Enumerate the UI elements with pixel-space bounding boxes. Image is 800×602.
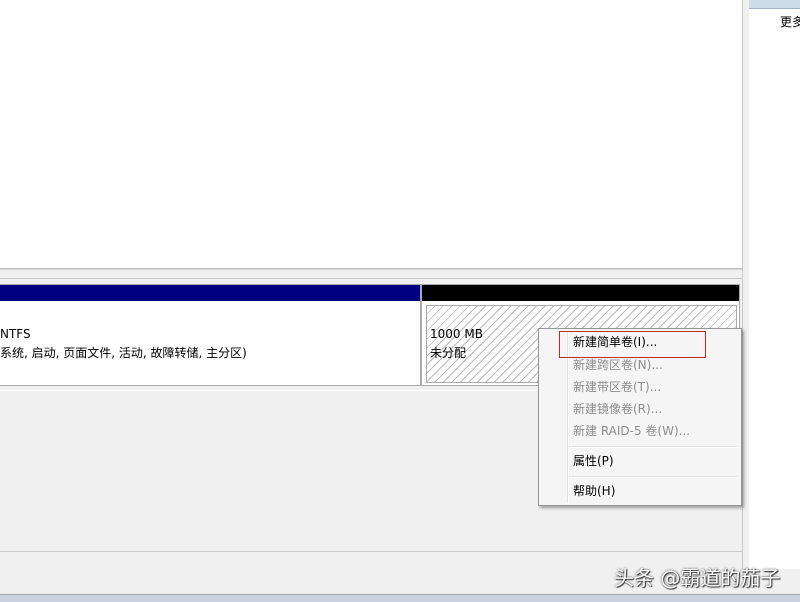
volume-list-pane[interactable] xyxy=(0,0,743,268)
partition-unallocated-status: 未分配 xyxy=(430,346,467,360)
menu-item-help[interactable]: 帮助(H) xyxy=(541,480,739,502)
menu-item-label: 新建带区卷(T)... xyxy=(573,380,662,394)
menu-item-new-striped-volume[interactable]: 新建带区卷(T)... xyxy=(541,376,739,398)
menu-item-label: 新建镜像卷(R)... xyxy=(573,402,663,416)
partition-primary-filesystem: NTFS xyxy=(0,327,31,341)
menu-item-new-spanned-volume[interactable]: 新建跨区卷(N)... xyxy=(541,354,739,376)
menu-separator xyxy=(569,476,737,478)
menu-item-label: 帮助(H) xyxy=(573,484,616,498)
menu-item-label: 新建跨区卷(N)... xyxy=(573,358,663,372)
partition-unallocated-bar xyxy=(422,285,739,301)
partition-primary-bar xyxy=(0,285,420,301)
menu-item-new-simple-volume[interactable]: 新建简单卷(I)... xyxy=(541,331,739,358)
disk-row-lower-2 xyxy=(0,503,742,552)
partition-primary[interactable]: NTFS 系统, 启动, 页面文件, 活动, 故障转储, 主分区) xyxy=(0,284,421,386)
menu-item-label: 属性(P) xyxy=(573,454,614,468)
pane-splitter-fill xyxy=(0,270,742,279)
menu-item-new-raid5-volume[interactable]: 新建 RAID-5 卷(W)... xyxy=(541,420,739,442)
menu-item-new-mirrored-volume[interactable]: 新建镜像卷(R)... xyxy=(541,398,739,420)
actions-pane-header xyxy=(749,0,800,9)
partition-primary-status: 系统, 启动, 页面文件, 活动, 故障转储, 主分区) xyxy=(0,346,247,360)
actions-pane: 更多 xyxy=(749,0,800,601)
watermark-text: 头条 @霸道的茄子 xyxy=(614,566,781,590)
menu-separator xyxy=(569,446,737,448)
partition-unallocated-size: 1000 MB xyxy=(430,327,483,341)
menu-item-label: 新建 RAID-5 卷(W)... xyxy=(573,424,691,438)
more-actions-link[interactable]: 更多 xyxy=(780,13,800,30)
menu-item-properties[interactable]: 属性(P) xyxy=(541,450,739,472)
context-menu: 新建简单卷(I)... 新建跨区卷(N)... 新建带区卷(T)... 新建镜像… xyxy=(538,328,742,506)
